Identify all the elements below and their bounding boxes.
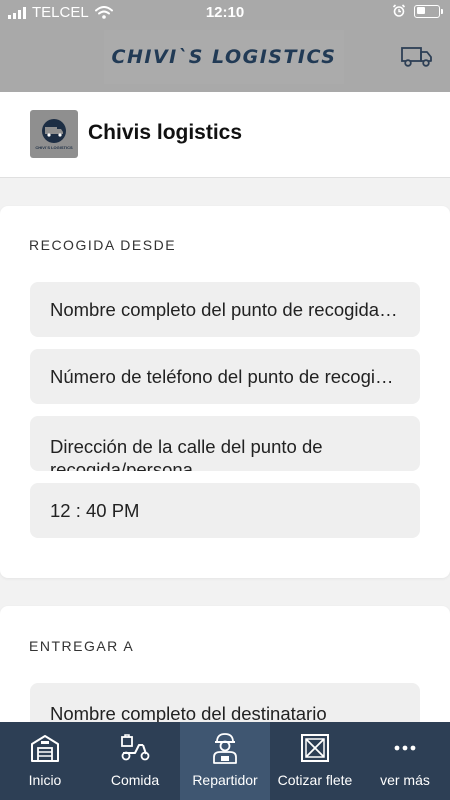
pickup-time-value: 12 : 40 PM (50, 499, 140, 521)
battery-icon (414, 4, 443, 18)
pickup-name-placeholder: Nombre completo del punto de recogida/pe… (50, 298, 400, 320)
pickup-phone-field[interactable]: Número de teléfono del punto de recogida… (30, 349, 420, 404)
pickup-card: RECOGIDA DESDE Nombre completo del punto… (0, 206, 450, 578)
logo-text: CHIVI`S LOGISTICS (35, 145, 73, 150)
scooter-icon (121, 734, 150, 761)
page-title-bar: CHIVI`S LOGISTICS Chivis logistics (0, 92, 450, 178)
app-header: TELCEL 12:10 CHIVI`S LOGISTICS (0, 0, 450, 92)
alarm-icon (392, 4, 406, 17)
company-logo: CHIVI`S LOGISTICS (30, 110, 78, 158)
tab-repartidor[interactable]: Repartidor (180, 722, 270, 800)
tab-ver-mas[interactable]: ver más (360, 722, 450, 800)
brand-text: CHIVI`S LOGISTICS (111, 46, 337, 68)
warehouse-icon (31, 735, 59, 762)
brand-logo: CHIVI`S LOGISTICS (104, 30, 344, 84)
tab-cotizar-flete[interactable]: Cotizar flete (270, 722, 360, 800)
pickup-section-label: RECOGIDA DESDE (29, 237, 177, 253)
more-icon (394, 745, 416, 751)
delivery-section-label: ENTREGAR A (29, 638, 135, 654)
pickup-address-field[interactable]: Dirección de la calle del punto de recog… (30, 416, 420, 471)
page-title: Chivis logistics (88, 121, 243, 144)
tab-label-inicio: Inicio (28, 772, 62, 788)
status-time: 12:10 (205, 4, 245, 21)
delivery-person-icon (213, 733, 237, 764)
tab-inicio[interactable]: Inicio (0, 722, 90, 800)
tab-label-comida: Comida (110, 772, 160, 788)
pickup-address-placeholder: Dirección de la calle del punto de recog… (50, 436, 323, 471)
crate-icon (301, 734, 329, 762)
status-bar: TELCEL 12:10 (0, 0, 450, 24)
pickup-phone-placeholder: Número de teléfono del punto de recogida… (50, 365, 400, 387)
tab-label-repartidor: Repartidor (192, 772, 258, 788)
pickup-time-field[interactable]: 12 : 40 PM (30, 483, 420, 538)
tab-label-ver-mas: ver más (380, 772, 430, 788)
pickup-name-field[interactable]: Nombre completo del punto de recogida/pe… (30, 282, 420, 337)
truck-icon[interactable] (400, 42, 434, 70)
tab-comida[interactable]: Comida (90, 722, 180, 800)
van-icon (42, 119, 66, 143)
tab-label-cotizar-flete: Cotizar flete (277, 772, 353, 788)
bottom-tab-bar: Inicio Comida Repartidor Cotizar flete v… (0, 722, 450, 800)
